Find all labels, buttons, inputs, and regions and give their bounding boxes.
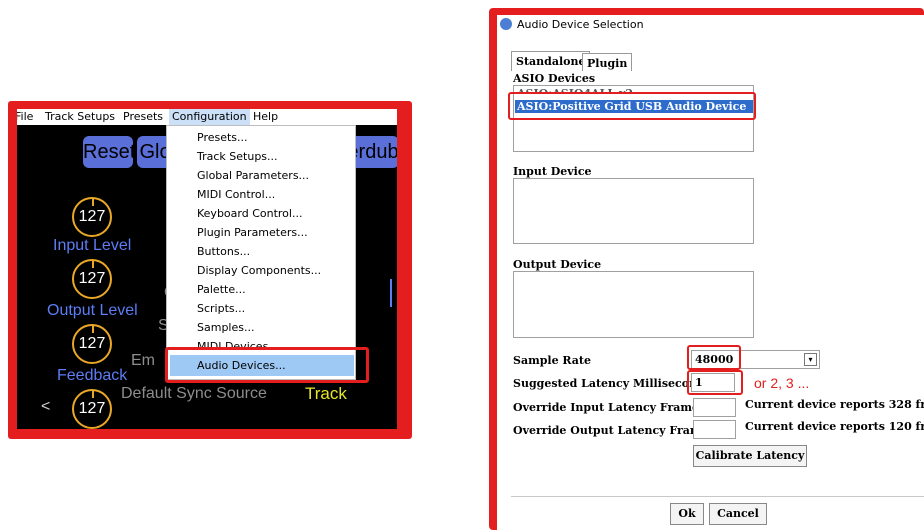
sample-rate-label: Sample Rate	[513, 354, 592, 367]
audio-devices-highlight-box	[165, 347, 369, 383]
menu-item-midi-control[interactable]: MIDI Control...	[197, 188, 275, 201]
menu-track-setups[interactable]: Track Setups	[45, 110, 115, 123]
tab-plugin[interactable]: Plugin	[582, 53, 633, 71]
dialog-separator	[511, 496, 924, 497]
default-sync-source-label: Default Sync Source	[121, 385, 267, 402]
menu-presets[interactable]: Presets	[123, 110, 163, 123]
menu-file[interactable]: File	[17, 110, 33, 123]
asio-selection-highlight	[508, 92, 756, 120]
menu-configuration[interactable]: Configuration	[169, 109, 250, 125]
cancel-button[interactable]: Cancel	[709, 503, 767, 525]
menu-help[interactable]: Help	[253, 110, 278, 123]
override-input-latency-input[interactable]	[693, 398, 736, 417]
input-device-label: Input Device	[513, 165, 592, 178]
latency-annotation: or 2, 3 ...	[754, 375, 810, 391]
menu-item-track-setups[interactable]: Track Setups...	[197, 150, 278, 163]
menu-item-buttons[interactable]: Buttons...	[197, 245, 250, 258]
output-device-list[interactable]	[513, 271, 754, 338]
back-arrow-icon[interactable]: <	[41, 398, 50, 416]
scroll-indicator	[390, 279, 392, 307]
output-level-knob[interactable]: 127	[72, 259, 112, 299]
menu-item-scripts[interactable]: Scripts...	[197, 302, 245, 315]
sync-source-value: Track	[305, 384, 347, 403]
menu-item-keyboard-control[interactable]: Keyboard Control...	[197, 207, 302, 220]
input-device-list[interactable]	[513, 178, 754, 244]
calibrate-latency-button[interactable]: Calibrate Latency	[693, 445, 807, 467]
asio-devices-label: ASIO Devices	[513, 72, 596, 85]
menu-item-presets[interactable]: Presets...	[197, 131, 248, 144]
ok-button[interactable]: Ok	[670, 503, 704, 525]
audio-device-selection-dialog: Audio Device Selection Standalone Plugin…	[497, 15, 924, 530]
menu-item-palette[interactable]: Palette...	[197, 283, 246, 296]
menu-item-display-components[interactable]: Display Components...	[197, 264, 321, 277]
bottom-knob[interactable]: 127	[72, 389, 112, 429]
chevron-down-icon[interactable]: ▾	[804, 353, 817, 366]
background-text-em: Em	[131, 352, 155, 369]
menu-item-samples[interactable]: Samples...	[197, 321, 254, 334]
configuration-dropdown-menu: Presets... Track Setups... Global Parame…	[166, 125, 356, 380]
menu-item-plugin-parameters[interactable]: Plugin Parameters...	[197, 226, 308, 239]
suggested-latency-label: Suggested Latency Milliseconds	[513, 377, 711, 390]
output-level-label: Output Level	[47, 302, 138, 319]
sample-rate-highlight	[687, 345, 741, 370]
tab-standalone[interactable]: Standalone	[511, 51, 591, 71]
override-output-latency-input[interactable]	[693, 420, 736, 439]
override-input-latency-label: Override Input Latency Frames	[513, 401, 706, 414]
output-device-label: Output Device	[513, 258, 602, 271]
input-latency-report: Current device reports 328 frames	[745, 398, 924, 411]
override-output-latency-label: Override Output Latency Frames	[513, 424, 715, 437]
dialog-title: Audio Device Selection	[517, 18, 644, 31]
input-level-label: Input Level	[53, 237, 132, 254]
output-latency-report: Current device reports 120 frames	[745, 420, 924, 433]
app-icon	[500, 18, 512, 30]
dialog-titlebar: Audio Device Selection	[497, 15, 924, 35]
menu-item-global-parameters[interactable]: Global Parameters...	[197, 169, 309, 182]
reset-button[interactable]: Reset	[83, 136, 135, 168]
menu-bar: File Track Setups Presets Configuration …	[17, 109, 397, 125]
latency-highlight	[687, 370, 743, 395]
feedback-label: Feedback	[57, 367, 128, 384]
input-level-knob[interactable]: 127	[72, 197, 112, 237]
feedback-knob[interactable]: 127	[72, 324, 112, 364]
